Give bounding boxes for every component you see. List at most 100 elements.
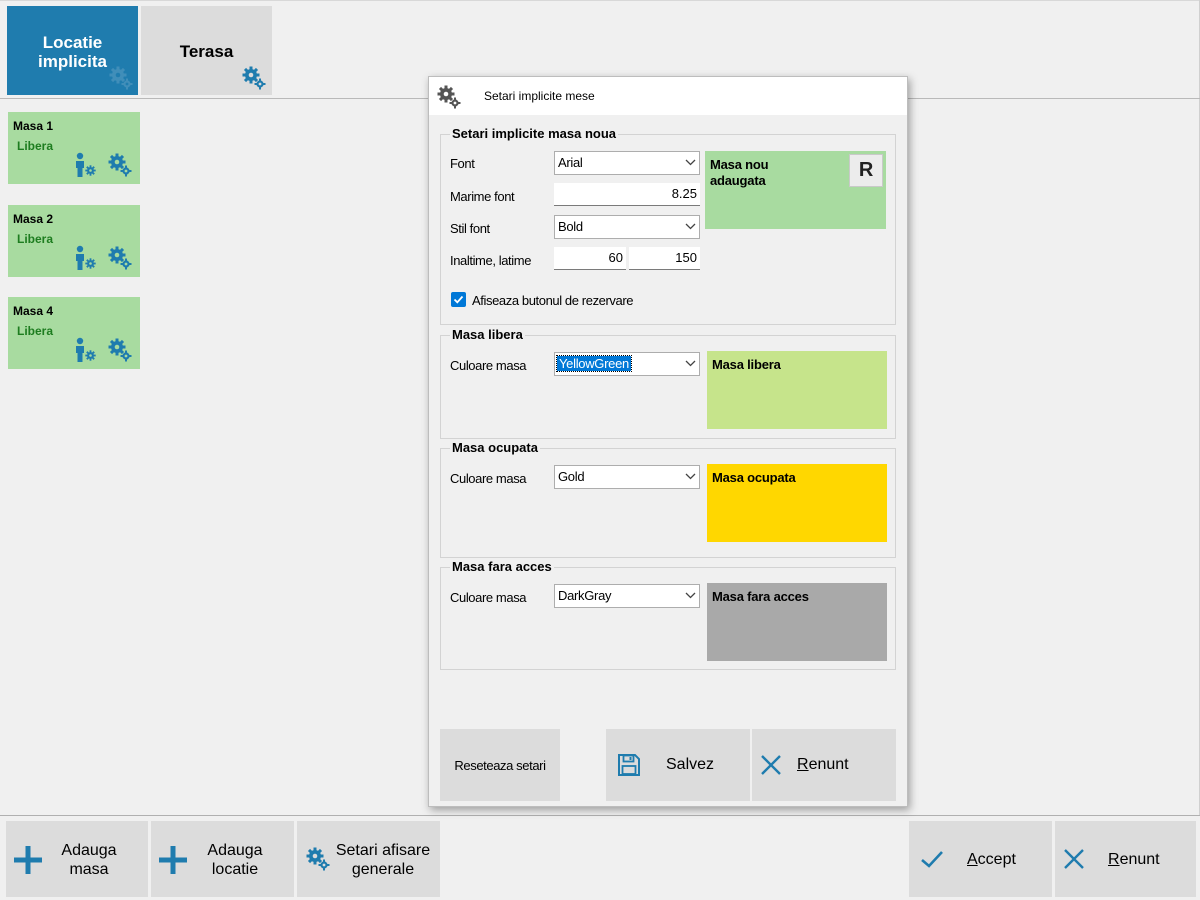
accept-label: Accept bbox=[967, 850, 1016, 869]
occupied-table-group-title: Masa ocupata bbox=[450, 440, 540, 456]
font-style-label: Stil font bbox=[450, 221, 490, 236]
free-table-preview-text: Masa libera bbox=[712, 357, 781, 372]
close-icon bbox=[759, 753, 783, 777]
table-name: Masa 2 bbox=[13, 212, 54, 226]
table-status: Libera bbox=[17, 232, 54, 246]
cancel-label-rest: enunt bbox=[1119, 851, 1160, 868]
add-location-label-line2: locatie bbox=[211, 861, 259, 878]
font-style-select-value: Bold bbox=[558, 219, 583, 234]
reset-settings-button[interactable]: Reseteaza setari bbox=[440, 729, 560, 801]
table-name: Masa 4 bbox=[13, 304, 54, 318]
floppy-disk-icon bbox=[616, 752, 642, 778]
table-status: Libera bbox=[17, 139, 54, 153]
table-status: Libera bbox=[17, 324, 54, 338]
gear-icon[interactable] bbox=[240, 65, 268, 91]
table-name: Masa 1 bbox=[13, 119, 54, 133]
save-label: Salvez bbox=[666, 756, 715, 773]
add-table-label-line1: Adauga bbox=[61, 842, 117, 859]
close-icon bbox=[1062, 847, 1086, 871]
dialog-cancel-mnemonic: R bbox=[797, 756, 809, 773]
add-location-button[interactable]: Adauga locatie bbox=[151, 821, 294, 897]
free-table-color-select[interactable]: YellowGreen bbox=[554, 352, 700, 376]
tab-terrace-label: Terasa bbox=[179, 42, 234, 61]
table-tile[interactable]: Masa 1 Libera bbox=[8, 112, 140, 184]
dialog-title: Setari implicite mese bbox=[484, 89, 595, 103]
no-access-table-color-label: Culoare masa bbox=[450, 590, 527, 605]
occupied-table-preview-text: Masa ocupata bbox=[712, 470, 796, 485]
occupied-table-color-label: Culoare masa bbox=[450, 471, 527, 486]
show-reservation-checkbox[interactable] bbox=[451, 292, 466, 307]
no-access-table-color-select[interactable]: DarkGray bbox=[554, 584, 700, 608]
dialog-cancel-label-rest: enunt bbox=[808, 756, 849, 773]
table-tile[interactable]: Masa 4 Libera bbox=[8, 297, 140, 369]
font-select-value: Arial bbox=[558, 155, 583, 170]
free-table-group: Masa libera Culoare masa YellowGreen Mas… bbox=[440, 327, 896, 439]
default-table-settings-dialog: Setari implicite mese Setari implicite m… bbox=[428, 76, 908, 807]
plus-icon bbox=[158, 845, 188, 875]
tab-default-location[interactable]: Locatie implicita bbox=[7, 6, 138, 95]
occupied-table-color-select[interactable]: Gold bbox=[554, 465, 700, 489]
height-width-label: Inaltime, latime bbox=[450, 253, 532, 268]
font-size-input[interactable]: 8.25 bbox=[554, 183, 700, 206]
reset-settings-label: Reseteaza setari bbox=[454, 758, 546, 773]
chevron-down-icon bbox=[685, 223, 696, 230]
general-settings-label-line2: generale bbox=[351, 861, 415, 878]
chevron-down-icon bbox=[685, 473, 696, 480]
cancel-button[interactable]: Renunt bbox=[1055, 821, 1196, 897]
reserve-person-icon[interactable] bbox=[74, 245, 98, 271]
accept-label-rest: ccept bbox=[977, 851, 1016, 868]
width-input[interactable]: 150 bbox=[629, 247, 700, 270]
occupied-table-group: Masa ocupata Culoare masa Gold Masa ocup… bbox=[440, 440, 896, 558]
accept-button[interactable]: Accept bbox=[909, 821, 1052, 897]
new-table-group: Setari implicite masa noua Font Arial Ma… bbox=[440, 126, 896, 325]
check-icon bbox=[920, 849, 944, 869]
cancel-mnemonic: R bbox=[1108, 851, 1120, 868]
chevron-down-icon bbox=[685, 159, 696, 166]
gear-icon bbox=[305, 846, 331, 872]
add-location-label-line1: Adauga bbox=[207, 842, 263, 859]
new-table-preview: Masa nou adaugata R bbox=[705, 151, 886, 229]
new-table-preview-line1: Masa nou bbox=[710, 157, 769, 172]
height-input[interactable]: 60 bbox=[554, 247, 626, 270]
add-table-label-line2: masa bbox=[69, 861, 109, 878]
font-select[interactable]: Arial bbox=[554, 151, 700, 175]
tab-default-location-line1: Locatie bbox=[42, 33, 103, 52]
font-size-label: Marime font bbox=[450, 189, 515, 204]
general-settings-label-line1: Setari afisare bbox=[335, 842, 431, 859]
no-access-table-color-value: DarkGray bbox=[558, 588, 612, 603]
tab-terrace[interactable]: Terasa bbox=[141, 6, 272, 95]
accept-mnemonic: A bbox=[967, 851, 978, 868]
gear-icon[interactable] bbox=[107, 245, 133, 271]
cancel-label: Renunt bbox=[1108, 850, 1160, 869]
show-reservation-label: Afiseaza butonul de rezervare bbox=[472, 293, 634, 308]
gear-icon[interactable] bbox=[107, 152, 133, 178]
dialog-cancel-button[interactable]: Renunt bbox=[752, 729, 896, 801]
dialog-cancel-label: Renunt bbox=[797, 756, 849, 774]
save-button[interactable]: Salvez bbox=[606, 729, 750, 801]
new-table-preview-text: Masa nou adaugata bbox=[710, 157, 769, 189]
dialog-title-bar[interactable]: Setari implicite mese bbox=[429, 77, 907, 115]
occupied-table-preview: Masa ocupata bbox=[707, 464, 887, 542]
chevron-down-icon bbox=[685, 592, 696, 599]
chevron-down-icon bbox=[685, 360, 696, 367]
reservation-badge[interactable]: R bbox=[849, 154, 883, 187]
font-style-select[interactable]: Bold bbox=[554, 215, 700, 239]
add-table-button[interactable]: Adauga masa bbox=[6, 821, 148, 897]
free-table-preview: Masa libera bbox=[707, 351, 887, 429]
gear-icon[interactable] bbox=[108, 65, 134, 91]
gear-icon[interactable] bbox=[107, 337, 133, 363]
free-table-color-label: Culoare masa bbox=[450, 358, 527, 373]
general-settings-button[interactable]: Setari afisare generale bbox=[297, 821, 440, 897]
table-tile[interactable]: Masa 2 Libera bbox=[8, 205, 140, 277]
toolbar-divider bbox=[0, 815, 1200, 816]
new-table-group-title: Setari implicite masa noua bbox=[450, 126, 619, 142]
gear-icon bbox=[436, 84, 462, 110]
app-window: Locatie implicita Terasa Masa 1 Libera M… bbox=[0, 0, 1200, 900]
occupied-table-color-value: Gold bbox=[558, 469, 585, 484]
plus-icon bbox=[13, 845, 43, 875]
no-access-table-preview-text: Masa fara acces bbox=[712, 589, 809, 604]
free-table-group-title: Masa libera bbox=[450, 327, 525, 343]
reserve-person-icon[interactable] bbox=[74, 152, 98, 178]
reserve-person-icon[interactable] bbox=[74, 337, 98, 363]
no-access-table-group: Masa fara acces Culoare masa DarkGray Ma… bbox=[440, 559, 896, 670]
